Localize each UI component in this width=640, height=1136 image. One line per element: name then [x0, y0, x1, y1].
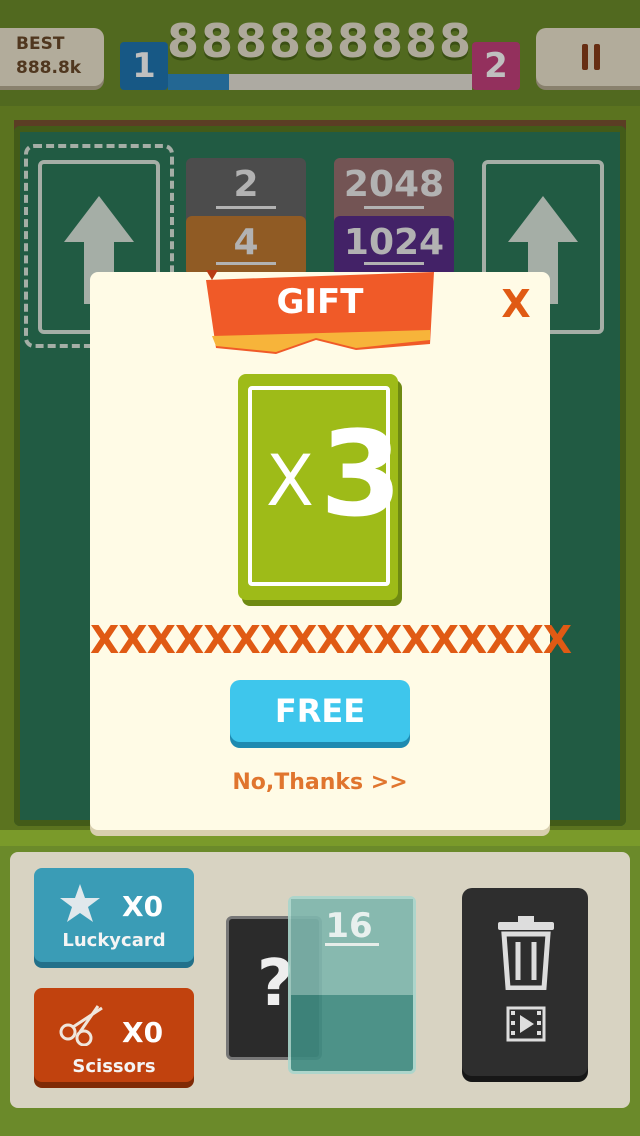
dialog-title: GIFT: [276, 282, 364, 322]
luckycard-label: Luckycard: [62, 930, 166, 951]
next-tile-value: 16: [325, 906, 373, 946]
scissors-count: X0: [122, 1016, 164, 1049]
card-multiplier-value: 3: [320, 405, 403, 543]
luckycard-count: X0: [122, 890, 164, 923]
scissors-icon: [59, 1005, 103, 1046]
star-icon: [60, 884, 100, 922]
gift-description: XXXXXXXXXXXXXXXXX: [90, 618, 572, 662]
trash-icon: [498, 916, 554, 990]
scissors-label: Scissors: [72, 1056, 156, 1077]
free-button[interactable]: FREE: [230, 680, 410, 742]
card-multiplier-prefix: X: [266, 440, 314, 522]
trash-button[interactable]: [462, 888, 588, 1076]
luckycard-button[interactable]: X0 Luckycard: [34, 868, 194, 962]
no-thanks-link[interactable]: No,Thanks >>: [90, 770, 550, 795]
close-button[interactable]: X: [496, 282, 536, 326]
video-icon: [506, 1006, 546, 1042]
scissors-button[interactable]: X0 Scissors: [34, 988, 194, 1082]
